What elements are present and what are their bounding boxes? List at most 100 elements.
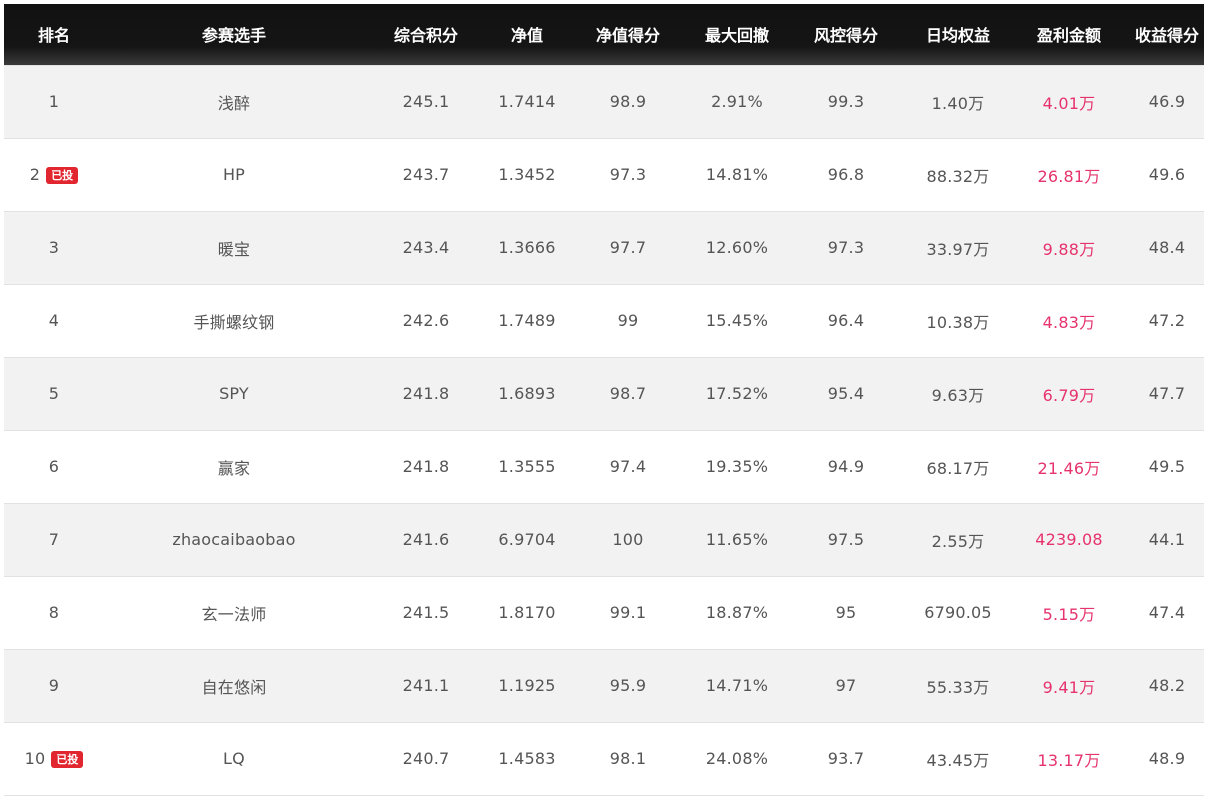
net-value-cell: 1.7489 — [498, 311, 556, 330]
table-row[interactable]: 6 赢家 241.8 1.3555 97.4 19.35% 94.9 68.17万 21.46万… — [4, 430, 1204, 503]
net-value-score-cell: 98.7 — [609, 384, 647, 403]
player-name-cell[interactable]: 赢家 — [104, 430, 364, 503]
table-row[interactable]: 5 SPY 241.8 1.6893 98.7 17.52% 95.4 9.63万 6.79万 4… — [4, 357, 1204, 430]
net-value-cell: 1.8170 — [498, 603, 556, 622]
profit-amount-cell: 9.41万 — [1042, 677, 1096, 697]
rank-cell: 10 已投 — [4, 722, 104, 795]
composite-score-cell: 241.5 — [402, 603, 450, 622]
risk-score-cell: 96.4 — [827, 311, 865, 330]
composite-score-cell: 241.6 — [402, 530, 450, 549]
risk-score-cell: 93.7 — [827, 749, 865, 769]
player-name-cell[interactable]: 自在悠闲 — [104, 649, 364, 722]
table-row[interactable]: 8 玄一法师 241.5 1.8170 99.1 18.87% 95 6790.05 5.15万… — [4, 576, 1204, 649]
avg-daily-equity-cell: 68.17万 — [926, 458, 990, 478]
net-value-cell: 6.9704 — [498, 530, 556, 549]
rank-cell: 8 — [4, 576, 104, 649]
player-name-cell[interactable]: 暖宝 — [104, 211, 364, 284]
table-row[interactable]: 7 zhaocaibaobao 241.6 6.9704 100 11.65% 97.5 2.… — [4, 503, 1204, 576]
table-body: 1 浅醉 245.1 1.7414 98.9 2.91% 99.3 1.40万 4.01万 46.… — [4, 65, 1204, 795]
header-rank[interactable]: 排名 — [4, 4, 104, 65]
risk-score-cell: 96.8 — [827, 165, 865, 184]
rank-cell: 2 已投 — [4, 138, 104, 211]
max-drawdown-cell: 14.71% — [705, 676, 769, 695]
net-value-score-cell: 98.9 — [609, 92, 647, 111]
player-name-cell[interactable]: HP — [104, 138, 364, 211]
rank-number: 4 — [48, 311, 60, 330]
risk-score-cell: 97.5 — [827, 530, 865, 549]
player-name-cell[interactable]: zhaocaibaobao — [104, 503, 364, 576]
player-name-cell[interactable]: SPY — [104, 357, 364, 430]
max-drawdown-cell: 24.08% — [705, 749, 769, 769]
rank-cell: 1 — [4, 65, 104, 138]
player-name-cell[interactable]: LQ — [104, 722, 364, 795]
profit-amount-cell: 4.83万 — [1042, 312, 1096, 332]
header-player[interactable]: 参赛选手 — [104, 4, 364, 65]
risk-score-cell: 95 — [835, 603, 857, 622]
profit-amount-cell: 21.46万 — [1037, 458, 1101, 478]
net-value-cell: 1.3666 — [498, 238, 556, 257]
max-drawdown-cell: 15.45% — [705, 311, 769, 330]
rank-number: 1 — [48, 92, 60, 111]
avg-daily-equity-cell: 33.97万 — [926, 239, 990, 259]
invested-badge: 已投 — [46, 167, 79, 184]
return-score-cell: 44.1 — [1148, 530, 1186, 549]
return-score-cell: 48.4 — [1148, 238, 1186, 257]
table-row[interactable]: 3 暖宝 243.4 1.3666 97.7 12.60% 97.3 33.97万 9.88万 4… — [4, 211, 1204, 284]
return-score-cell: 48.2 — [1148, 676, 1186, 695]
return-score-cell: 49.5 — [1148, 457, 1186, 476]
table-row[interactable]: 2 已投 HP 243.7 1.3452 97.3 14.81% 96.8 88.32万 26.8… — [4, 138, 1204, 211]
profit-amount-cell: 4239.08 — [1035, 530, 1103, 549]
net-value-cell: 1.3555 — [498, 457, 556, 476]
return-score-cell: 47.4 — [1148, 603, 1186, 622]
avg-daily-equity-cell: 88.32万 — [926, 166, 990, 186]
profit-amount-cell: 13.17万 — [1037, 750, 1101, 770]
risk-score-cell: 97.3 — [827, 238, 865, 257]
player-name-cell[interactable]: 手撕螺纹钢 — [104, 284, 364, 357]
header-return-score[interactable]: 收益得分 — [1130, 4, 1204, 65]
player-name-cell[interactable]: 玄一法师 — [104, 576, 364, 649]
rank-cell: 3 — [4, 211, 104, 284]
header-max-drawdown[interactable]: 最大回撤 — [690, 4, 784, 65]
net-value-cell: 1.4583 — [498, 749, 556, 769]
net-value-cell: 1.3452 — [498, 165, 556, 184]
avg-daily-equity-cell: 43.45万 — [926, 750, 990, 770]
composite-score-cell: 240.7 — [402, 749, 450, 769]
rank-number: 8 — [48, 603, 60, 622]
net-value-cell: 1.7414 — [498, 92, 556, 111]
composite-score-cell: 241.8 — [402, 384, 450, 403]
net-value-score-cell: 97.4 — [609, 457, 647, 476]
return-score-cell: 47.7 — [1148, 384, 1186, 403]
rank-cell: 4 — [4, 284, 104, 357]
avg-daily-equity-cell: 6790.05 — [924, 603, 992, 622]
rank-number: 10 — [24, 749, 46, 769]
player-name-cell[interactable]: 浅醉 — [104, 65, 364, 138]
ranking-table: 排名 参赛选手 综合积分 净值 净值得分 最大回撤 风控得分 日均权益 盈利金额… — [4, 4, 1204, 795]
header-avg-daily-equity[interactable]: 日均权益 — [908, 4, 1008, 65]
return-score-cell: 47.2 — [1148, 311, 1186, 330]
net-value-score-cell: 99 — [617, 311, 639, 330]
net-value-cell: 1.6893 — [498, 384, 556, 403]
header-net-value-score[interactable]: 净值得分 — [566, 4, 690, 65]
table-row[interactable]: 9 自在悠闲 241.1 1.1925 95.9 14.71% 97 55.33万 9.41万 4… — [4, 649, 1204, 722]
table-header-row: 排名 参赛选手 综合积分 净值 净值得分 最大回撤 风控得分 日均权益 盈利金额… — [4, 4, 1204, 65]
table-row[interactable]: 4 手撕螺纹钢 242.6 1.7489 99 15.45% 96.4 10.38万 4.83万… — [4, 284, 1204, 357]
composite-score-cell: 241.1 — [402, 676, 450, 695]
avg-daily-equity-cell: 9.63万 — [931, 385, 985, 405]
max-drawdown-cell: 14.81% — [705, 165, 769, 184]
avg-daily-equity-cell: 55.33万 — [926, 677, 990, 697]
header-profit-amount[interactable]: 盈利金额 — [1008, 4, 1130, 65]
rank-cell: 7 — [4, 503, 104, 576]
rank-number: 3 — [48, 238, 60, 257]
header-net-value[interactable]: 净值 — [488, 4, 566, 65]
return-score-cell: 46.9 — [1148, 92, 1186, 111]
table-row[interactable]: 1 浅醉 245.1 1.7414 98.9 2.91% 99.3 1.40万 4.01万 46.… — [4, 65, 1204, 138]
table-row[interactable]: 10 已投 LQ 240.7 1.4583 98.1 24.08% 93.7 43.45万 13.… — [4, 722, 1204, 795]
profit-amount-cell: 5.15万 — [1042, 604, 1096, 624]
composite-score-cell: 242.6 — [402, 311, 450, 330]
return-score-cell: 48.9 — [1148, 749, 1186, 769]
header-composite-score[interactable]: 综合积分 — [364, 4, 488, 65]
profit-amount-cell: 6.79万 — [1042, 385, 1096, 405]
avg-daily-equity-cell: 1.40万 — [931, 93, 985, 113]
rank-cell: 6 — [4, 430, 104, 503]
header-risk-score[interactable]: 风控得分 — [784, 4, 908, 65]
